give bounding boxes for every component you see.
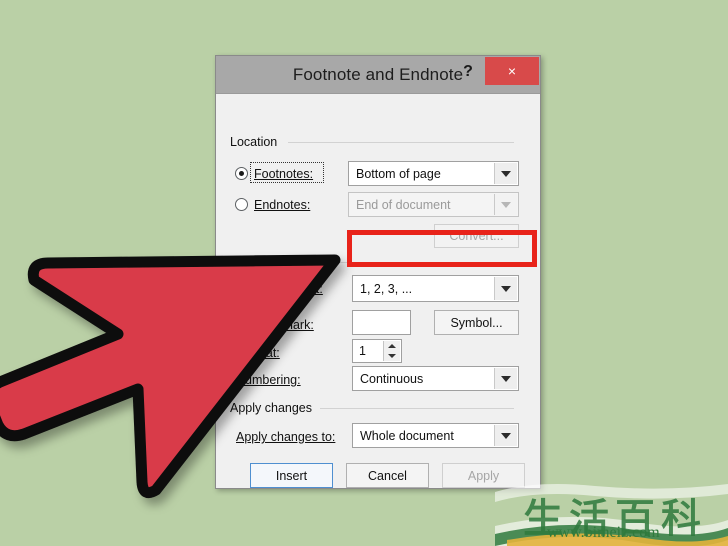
location-group-legend: Location xyxy=(230,135,283,149)
chevron-down-icon[interactable] xyxy=(494,277,517,300)
footnotes-label: Footnotes: xyxy=(254,167,313,181)
apply-changes-to-value: Whole document xyxy=(360,428,454,443)
number-format-dropdown[interactable]: 1, 2, 3, ... xyxy=(352,275,519,302)
chevron-down-icon xyxy=(494,194,517,215)
location-group-divider xyxy=(288,142,514,143)
start-at-spin-buttons[interactable] xyxy=(383,341,400,361)
endnotes-location-dropdown: End of document xyxy=(348,192,519,217)
help-icon[interactable]: ? xyxy=(457,60,479,84)
footnotes-location-dropdown[interactable]: Bottom of page xyxy=(348,161,519,186)
dialog-titlebar[interactable]: Footnote and Endnote ? × xyxy=(216,56,540,94)
endnotes-label: Endnotes: xyxy=(254,198,310,212)
endnotes-label-text: Endnotes: xyxy=(254,198,311,212)
apply-changes-to-dropdown[interactable]: Whole document xyxy=(352,423,519,448)
convert-button: Convert... xyxy=(434,224,519,248)
close-icon[interactable]: × xyxy=(485,57,539,85)
spin-up-icon[interactable] xyxy=(384,341,400,351)
watermark-url: www.bimeiz.com xyxy=(547,524,660,541)
endnotes-radio[interactable] xyxy=(235,198,248,211)
spin-down-icon[interactable] xyxy=(384,351,400,361)
symbol-button[interactable]: Symbol... xyxy=(434,310,519,335)
pointer-arrow-annotation xyxy=(0,254,341,499)
footnotes-label-text: Footnotes: xyxy=(254,167,314,181)
footnotes-location-value: Bottom of page xyxy=(356,166,441,181)
footnotes-radio[interactable] xyxy=(235,167,248,180)
chevron-down-icon[interactable] xyxy=(494,163,517,184)
chevron-down-icon[interactable] xyxy=(494,368,517,389)
chevron-down-icon[interactable] xyxy=(494,425,517,446)
numbering-dropdown[interactable]: Continuous xyxy=(352,366,519,391)
site-watermark: 生活百科 www.bimeiz.com xyxy=(495,484,728,546)
endnotes-location-value: End of document xyxy=(356,197,451,212)
